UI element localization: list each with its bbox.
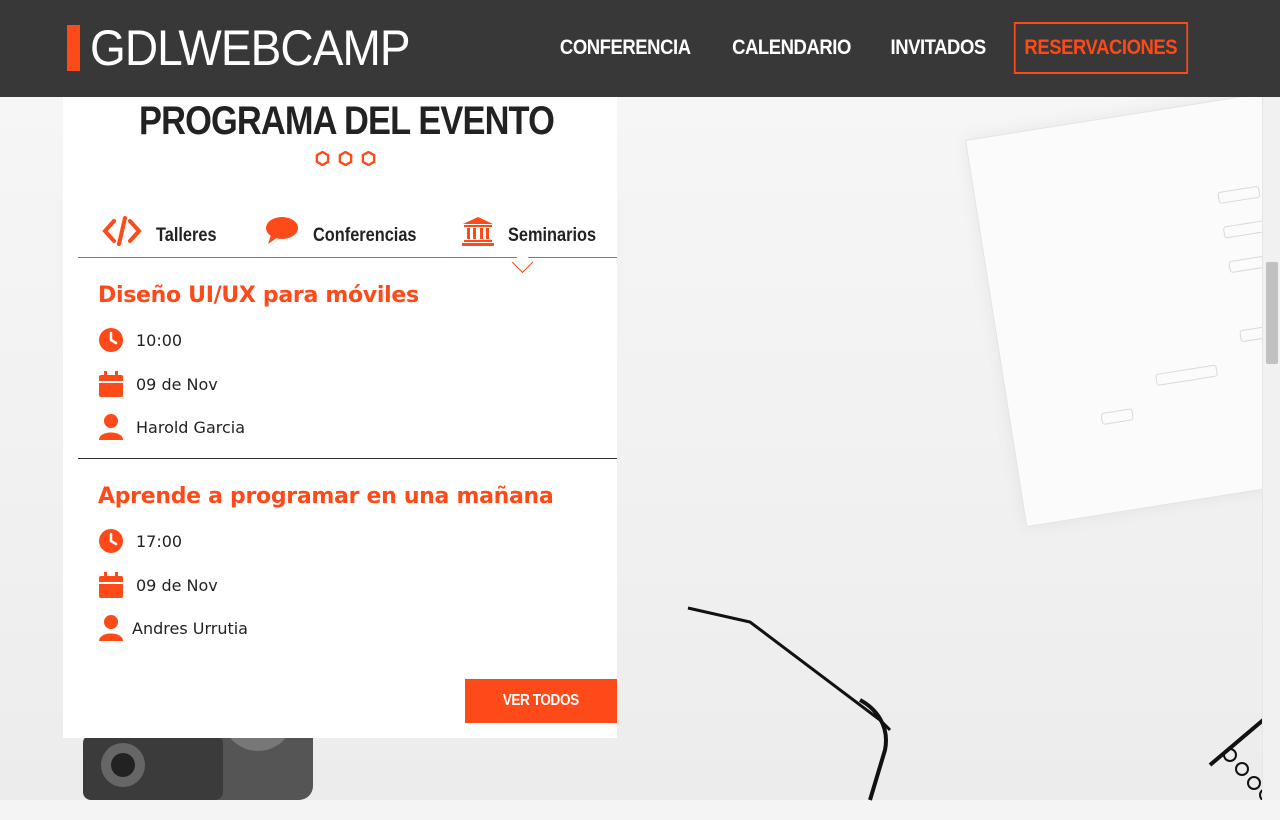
event-date: 09 de Nov xyxy=(98,572,218,598)
event-date-text: 09 de Nov xyxy=(136,575,218,595)
nav-calendario[interactable]: CALENDARIO xyxy=(732,22,851,74)
comment-icon xyxy=(266,217,298,244)
event-speaker-text: Andres Urrutia xyxy=(132,618,248,638)
event-title: Aprende a programar en una mañana xyxy=(98,484,554,509)
tab-label: Conferencias xyxy=(313,225,417,246)
event-speaker: Andres Urrutia xyxy=(98,615,248,641)
code-icon xyxy=(102,216,142,246)
event-time-text: 10:00 xyxy=(136,330,183,350)
calendar-icon xyxy=(98,371,124,397)
logo-accent-bar xyxy=(67,25,80,71)
event-date-text: 09 de Nov xyxy=(136,374,218,394)
title-decoration xyxy=(315,151,376,166)
active-tab-indicator xyxy=(511,251,534,274)
main-nav: CONFERENCIA CALENDARIO INVITADOS RESERVA… xyxy=(526,22,1200,74)
event-time: 17:00 xyxy=(98,528,182,554)
logo-text: GDLWEBCAMP xyxy=(90,20,411,76)
page-scrollbar[interactable] xyxy=(1262,97,1280,800)
event-item: Diseño UI/UX para móviles 10:00 09 de No… xyxy=(98,283,618,440)
university-icon xyxy=(462,217,494,246)
ver-todos-label: VER TODOS xyxy=(502,692,580,709)
background-paper-sheet xyxy=(965,86,1280,528)
event-item: Aprende a programar en una mañana 17:00 … xyxy=(98,484,618,641)
user-icon xyxy=(98,615,124,641)
nav-invitados[interactable]: INVITADOS xyxy=(891,22,987,74)
tab-label: Talleres xyxy=(156,225,217,246)
scrollbar-thumb[interactable] xyxy=(1266,262,1278,364)
tab-seminarios[interactable]: Seminarios xyxy=(462,215,610,247)
tab-talleres[interactable]: Talleres xyxy=(102,215,226,247)
hexagon-icon xyxy=(338,151,353,166)
site-header: GDLWEBCAMP CONFERENCIA CALENDARIO INVITA… xyxy=(0,0,1280,97)
program-tabs: Talleres Conferencias Seminarios xyxy=(78,207,617,274)
nav-conferencia[interactable]: CONFERENCIA xyxy=(559,22,690,74)
page-title: PROGRAMA DEL EVENTO xyxy=(138,99,555,143)
event-divider xyxy=(78,458,617,459)
nav-reservaciones-button[interactable]: RESERVACIONES xyxy=(1014,22,1189,74)
event-time: 10:00 xyxy=(98,327,182,353)
user-icon xyxy=(98,414,124,440)
event-speaker: Harold Garcia xyxy=(98,414,245,440)
program-card: PROGRAMA DEL EVENTO Talleres Conferencia… xyxy=(63,97,617,738)
ver-todos-button[interactable]: VER TODOS xyxy=(465,679,617,723)
background-glasses xyxy=(687,606,892,801)
event-title: Diseño UI/UX para móviles xyxy=(98,283,419,308)
hexagon-icon xyxy=(315,151,330,166)
tab-conferencias[interactable]: Conferencias xyxy=(265,215,433,247)
clock-icon xyxy=(98,327,124,353)
site-logo[interactable]: GDLWEBCAMP xyxy=(67,18,437,78)
tab-label: Seminarios xyxy=(508,225,597,246)
hexagon-icon xyxy=(361,151,376,166)
event-time-text: 17:00 xyxy=(136,531,183,551)
clock-icon xyxy=(98,528,124,554)
event-date: 09 de Nov xyxy=(98,371,218,397)
calendar-icon xyxy=(98,572,124,598)
event-speaker-text: Harold Garcia xyxy=(136,417,246,437)
